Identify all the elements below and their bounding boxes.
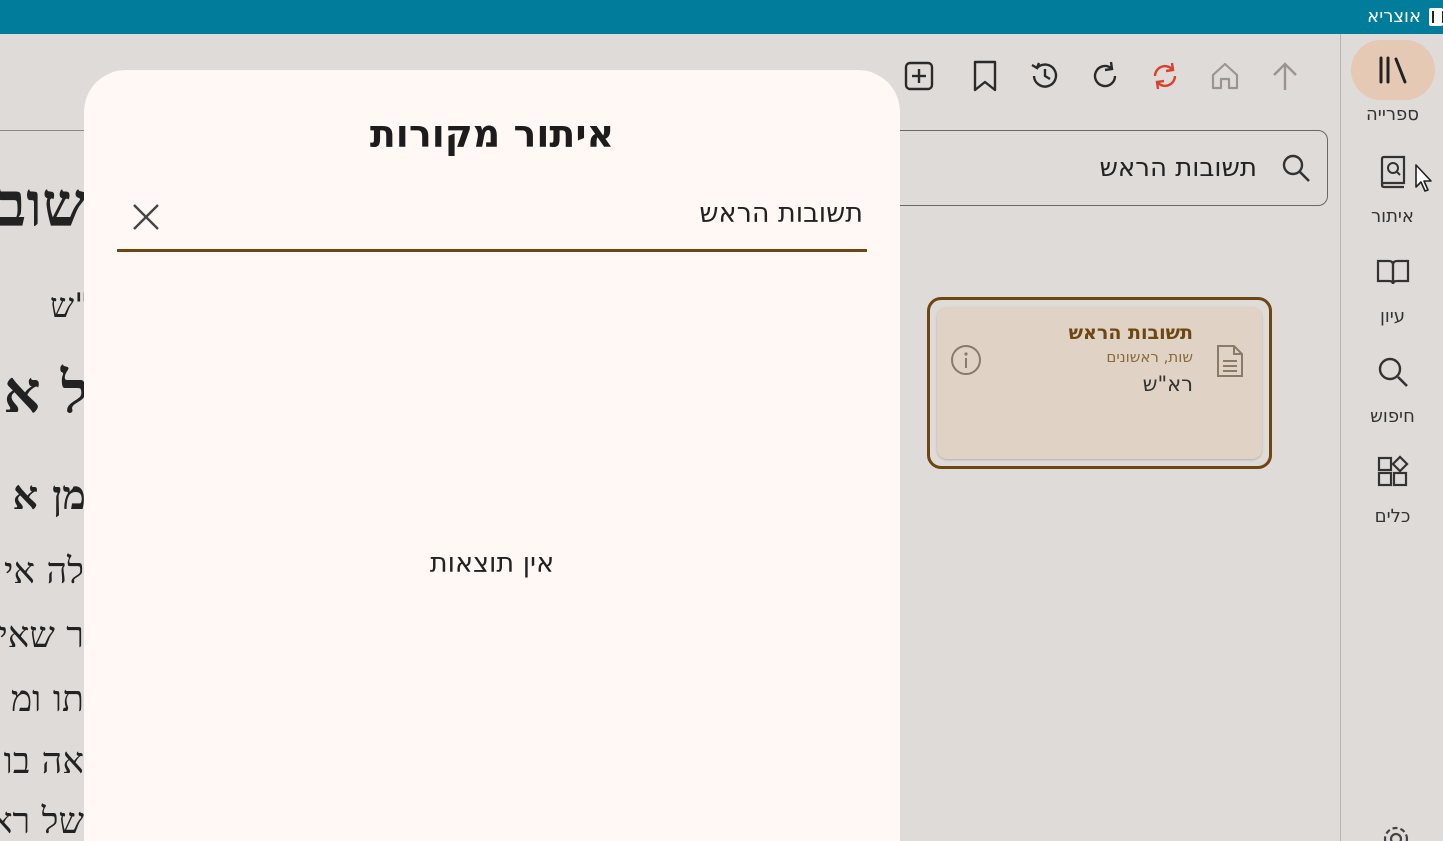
library-icon <box>1350 40 1435 100</box>
find-sources-input-value: תשובות הראש <box>699 198 863 229</box>
bookmark-icon[interactable] <box>965 56 1005 96</box>
reader-text-line: שוב <box>0 168 86 241</box>
sidebar-item-label: חיפוש <box>1370 406 1415 427</box>
settings-icon[interactable] <box>1381 824 1411 841</box>
sidebar-item-label: כלים <box>1374 506 1411 527</box>
sidebar-item-label: איתור <box>1371 206 1414 227</box>
mouse-cursor-icon <box>1414 163 1434 197</box>
up-arrow-icon[interactable] <box>1265 56 1305 96</box>
reader-text-line: ל א <box>3 358 88 426</box>
book-author: רא"ש <box>1142 372 1193 396</box>
book-category: שות, ראשונים <box>1106 348 1193 366</box>
sync-icon[interactable] <box>1145 56 1185 96</box>
reader-text-line: מן א <box>14 472 86 519</box>
reader-text-line: של רא <box>0 801 84 841</box>
app-logo-icon <box>1429 8 1443 26</box>
search-icon <box>1281 153 1311 187</box>
book-result-card[interactable]: תשובות הראש שות, ראשונים רא"ש <box>927 297 1272 469</box>
sidebar-item-library[interactable]: ספרייה <box>1341 40 1443 125</box>
tools-icon <box>1351 442 1435 502</box>
sidebar-item-label: עיון <box>1379 306 1406 327</box>
home-icon[interactable] <box>1205 56 1245 96</box>
dialog-title: איתור מקורות <box>369 112 615 156</box>
close-icon[interactable] <box>131 202 161 236</box>
sidebar-item-search[interactable]: חיפוש <box>1341 342 1443 427</box>
library-search-value: תשובות הראש <box>1099 153 1257 183</box>
open-book-icon <box>1351 242 1435 302</box>
app-title: אוצריא <box>1367 6 1421 27</box>
find-sources-dialog: איתור מקורות תשובות הראש אין תוצאות <box>84 70 900 841</box>
reader-text-line: ר שאי <box>0 615 84 656</box>
nav-sidebar: ספרייה איתור עיון חיפוש כלים <box>1340 34 1443 841</box>
reader-text-line: לה אי <box>3 551 84 592</box>
sidebar-item-study[interactable]: עיון <box>1341 242 1443 327</box>
search-icon <box>1351 342 1435 402</box>
library-search-input[interactable]: תשובות הראש <box>880 130 1328 206</box>
sidebar-item-tools[interactable]: כלים <box>1341 442 1443 527</box>
add-icon[interactable] <box>899 56 939 96</box>
empty-results-message: אין תוצאות <box>429 548 555 579</box>
find-sources-input[interactable]: תשובות הראש <box>117 198 867 252</box>
info-icon[interactable] <box>950 344 982 380</box>
document-icon <box>1215 344 1245 382</box>
history-icon[interactable] <box>1025 56 1065 96</box>
book-title: תשובות הראש <box>1068 322 1193 344</box>
sidebar-item-label: ספרייה <box>1366 104 1419 125</box>
refresh-icon[interactable] <box>1085 56 1125 96</box>
title-bar: אוצריא <box>0 0 1443 34</box>
reader-text-line: אה בו <box>3 741 84 782</box>
reader-text-line: תו ומ <box>10 679 84 720</box>
